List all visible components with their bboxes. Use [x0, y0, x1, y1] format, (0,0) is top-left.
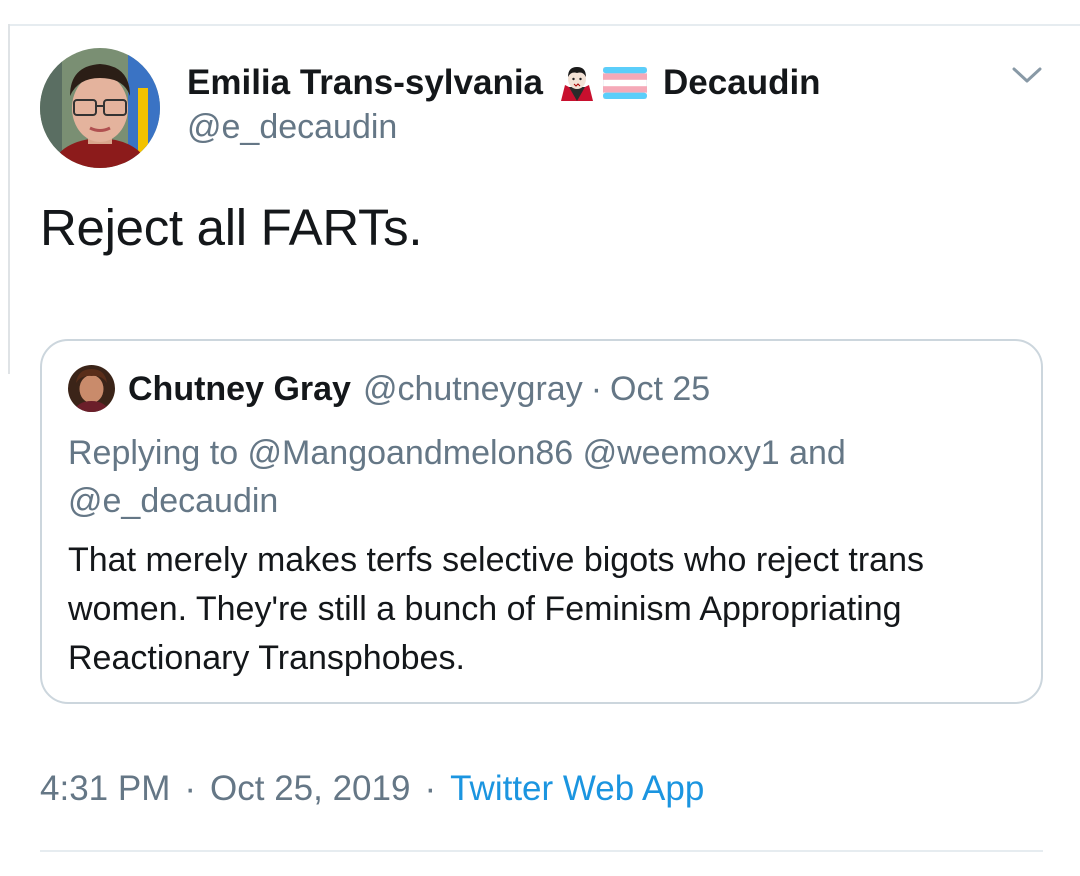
- left-edge-divider: [8, 24, 10, 374]
- quoted-header-separator: ·: [590, 369, 603, 408]
- author-display-name[interactable]: Emilia Trans-sylvania Decaudin: [187, 60, 821, 106]
- tweet-source-link[interactable]: Twitter Web App: [450, 769, 704, 809]
- quoted-author-handle[interactable]: @chutneygray: [363, 370, 583, 409]
- author-avatar[interactable]: [40, 48, 160, 168]
- chevron-down-icon[interactable]: [1010, 62, 1044, 88]
- quoted-tweet-header: Chutney Gray @chutneygray · Oct 25: [128, 367, 710, 411]
- quoted-tweet-date[interactable]: Oct 25: [610, 370, 710, 409]
- author-name-first: Emilia Trans-sylvania: [187, 63, 544, 102]
- transgender-flag-icon: [603, 67, 648, 99]
- quoted-tweet-text: That merely makes terfs selective bigots…: [68, 541, 924, 677]
- author-handle[interactable]: @e_decaudin: [187, 108, 397, 147]
- author-name-last: Decaudin: [663, 63, 821, 102]
- vampire-icon: [557, 63, 597, 103]
- meta-separator-2: ·: [424, 769, 437, 808]
- replying-to-line: Replying to @Mangoandmelon86 @weemoxy1 a…: [68, 434, 846, 520]
- top-divider: [10, 24, 1080, 26]
- tweet-time[interactable]: 4:31 PM: [40, 769, 170, 809]
- quoted-author-avatar[interactable]: [68, 365, 115, 412]
- tweet-metadata: 4:31 PM · Oct 25, 2019 · Twitter Web App: [40, 766, 704, 812]
- bottom-divider: [40, 850, 1043, 852]
- quoted-author-name[interactable]: Chutney Gray: [128, 370, 351, 409]
- tweet-text: Reject all FARTs.: [40, 199, 423, 256]
- meta-separator: ·: [184, 769, 197, 808]
- quoted-tweet-card[interactable]: Chutney Gray @chutneygray · Oct 25 Reply…: [40, 339, 1043, 704]
- tweet-date[interactable]: Oct 25, 2019: [210, 769, 410, 809]
